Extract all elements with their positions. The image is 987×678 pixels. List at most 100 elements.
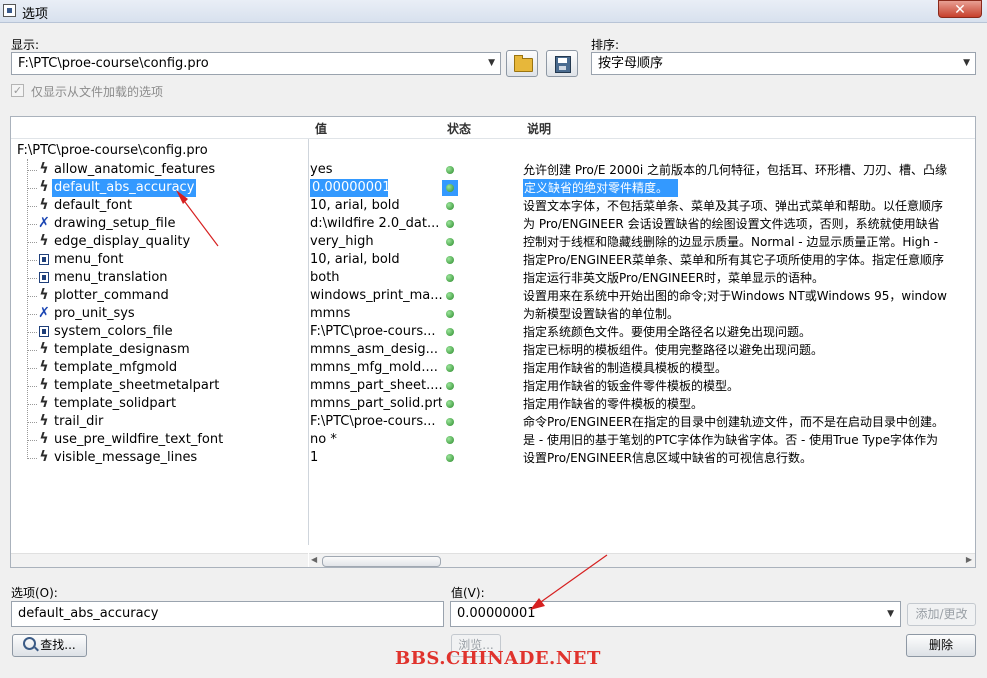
value-field-label: 值(V): <box>451 586 485 600</box>
option-name[interactable]: template_mfgmold <box>54 359 177 377</box>
show-loaded-only-label: 仅显示从文件加载的选项 <box>31 85 164 99</box>
table-row[interactable]: ϟ use_pre_wildfire_text_font no * 是 - 使用旧的基… <box>11 431 975 449</box>
bolt-icon: ϟ <box>39 287 49 303</box>
option-description: 命令Pro/ENGINEER在指定的目录中创建轨迹文件，而不是在启动目录中创建。 <box>523 415 944 429</box>
find-button-label: 查找... <box>40 638 76 652</box>
add-change-button[interactable]: 添加/更改 <box>907 603 976 626</box>
table-row[interactable]: ✗ pro_unit_sys mmns 为新模型设置缺省的单位制。 <box>11 305 975 323</box>
option-name[interactable]: menu_translation <box>54 269 168 287</box>
status-ok-icon <box>446 400 454 408</box>
option-input[interactable]: default_abs_accuracy <box>11 601 444 627</box>
option-name[interactable]: template_sheetmetalpart <box>54 377 219 395</box>
window-title: 选项 <box>22 7 49 22</box>
option-value[interactable]: mmns_part_sheet.... <box>310 377 442 395</box>
option-value[interactable]: mmns_asm_desig... <box>310 341 442 359</box>
panel-icon <box>39 272 49 283</box>
table-row[interactable]: ϟ template_designasm mmns_asm_desig... 指定已标… <box>11 341 975 359</box>
option-value[interactable]: no * <box>310 431 442 449</box>
scroll-right-icon[interactable]: ▶ <box>966 555 972 564</box>
folder-open-icon <box>514 55 533 72</box>
bolt-icon: ϟ <box>39 413 49 429</box>
tree-connector <box>27 188 37 189</box>
magnifier-icon <box>23 637 37 650</box>
option-description: 控制对于线框和隐藏线删除的边显示质量。Normal - 边显示质量正常。High… <box>523 235 939 249</box>
option-name[interactable]: plotter_command <box>54 287 169 305</box>
bolt-icon: ϟ <box>39 431 49 447</box>
sort-combo[interactable]: 按字母顺序 ▼ <box>591 52 976 75</box>
column-header-value[interactable]: 值 <box>315 120 327 137</box>
option-name[interactable]: default_abs_accuracy <box>52 179 197 197</box>
table-row[interactable]: menu_font 10, arial, bold 指定Pro/ENGINEER菜单… <box>11 251 975 269</box>
option-name[interactable]: system_colors_file <box>54 323 173 341</box>
table-row[interactable]: ϟ default_abs_accuracy 0.00000001 定义缺省的绝对零件… <box>11 179 975 197</box>
table-row[interactable]: ϟ trail_dir F:\PTC\proe-cours... 命令Pro/ENGI… <box>11 413 975 431</box>
show-loaded-only-checkbox[interactable]: ✓ <box>11 84 24 97</box>
option-name[interactable]: drawing_setup_file <box>54 215 175 233</box>
option-description: 指定系统颜色文件。要使用全路径名以避免出现问题。 <box>523 325 812 339</box>
bolt-icon: ϟ <box>39 395 49 411</box>
column-header-status[interactable]: 状态 <box>447 120 471 137</box>
option-value[interactable]: mmns_part_solid.prt <box>310 395 442 413</box>
table-row[interactable]: system_colors_file F:\PTC\proe-cours... 指定… <box>11 323 975 341</box>
option-value[interactable]: 1 <box>310 449 442 467</box>
option-description: 指定已标明的模板组件。使用完整路径以避免出现问题。 <box>523 343 824 357</box>
close-button[interactable]: ✕ <box>938 0 982 18</box>
table-row[interactable]: ϟ visible_message_lines 1 设置Pro/ENGINEER信息区… <box>11 449 975 467</box>
option-name[interactable]: template_solidpart <box>54 395 176 413</box>
status-ok-icon <box>446 184 454 192</box>
save-file-button[interactable] <box>546 50 578 77</box>
horizontal-scrollbar[interactable]: ◀ ▶ <box>309 553 975 567</box>
table-row[interactable]: ✗ drawing_setup_file d:\wildfire 2.0_dat..… <box>11 215 975 233</box>
bolt-icon: ϟ <box>39 377 49 393</box>
open-file-button[interactable] <box>506 50 538 77</box>
status-ok-icon <box>446 418 454 426</box>
table-row[interactable]: ϟ default_font 10, arial, bold 设置文本字体，不包括菜单… <box>11 197 975 215</box>
option-name[interactable]: edge_display_quality <box>54 233 190 251</box>
column-header-description[interactable]: 说明 <box>527 120 551 137</box>
tree-connector <box>27 260 37 261</box>
option-description: 指定用作缺省的钣金件零件模板的模型。 <box>523 379 740 393</box>
table-row[interactable]: ϟ template_mfgmold mmns_mfg_mold.... 指定用作缺省… <box>11 359 975 377</box>
option-value[interactable]: F:\PTC\proe-cours... <box>310 323 442 341</box>
find-button[interactable]: 查找... <box>12 634 87 657</box>
chevron-down-icon: ▼ <box>963 58 970 68</box>
bolt-icon: ϟ <box>39 449 49 465</box>
option-value[interactable]: 0.00000001 <box>310 179 388 197</box>
option-name[interactable]: trail_dir <box>54 413 103 431</box>
option-name[interactable]: menu_font <box>54 251 124 269</box>
option-name[interactable]: default_font <box>54 197 132 215</box>
option-description: 定义缺省的绝对零件精度。 <box>523 179 678 197</box>
option-value[interactable]: very_high <box>310 233 442 251</box>
scrollbar-thumb[interactable] <box>322 556 441 567</box>
option-name[interactable]: template_designasm <box>54 341 190 359</box>
tree-connector <box>27 224 37 225</box>
option-value[interactable]: both <box>310 269 442 287</box>
table-row[interactable]: ϟ template_sheetmetalpart mmns_part_sheet.… <box>11 377 975 395</box>
option-value[interactable]: d:\wildfire 2.0_dat... <box>310 215 442 233</box>
option-name[interactable]: use_pre_wildfire_text_font <box>54 431 223 449</box>
option-value[interactable]: 10, arial, bold <box>310 251 442 269</box>
bolt-icon: ϟ <box>39 341 49 357</box>
table-row[interactable]: ϟ plotter_command windows_print_ma... 设置用来在… <box>11 287 975 305</box>
option-value[interactable]: 10, arial, bold <box>310 197 442 215</box>
value-combo[interactable]: 0.00000001 ▼ <box>450 601 901 627</box>
status-ok-icon <box>446 454 454 462</box>
option-name[interactable]: visible_message_lines <box>54 449 197 467</box>
option-value[interactable]: mmns_mfg_mold.... <box>310 359 442 377</box>
display-combo[interactable]: F:\PTC\proe-course\config.pro ▼ <box>11 52 501 75</box>
option-name[interactable]: pro_unit_sys <box>54 305 135 323</box>
scroll-left-icon[interactable]: ◀ <box>311 555 317 564</box>
option-value[interactable]: yes <box>310 161 442 179</box>
save-icon <box>555 56 571 73</box>
table-row[interactable]: ϟ template_solidpart mmns_part_solid.prt 指定… <box>11 395 975 413</box>
option-name[interactable]: allow_anatomic_features <box>54 161 215 179</box>
status-ok-icon <box>446 310 454 318</box>
option-value[interactable]: mmns <box>310 305 442 323</box>
table-row[interactable]: menu_translation both 指定运行非英文版Pro/ENGINEER… <box>11 269 975 287</box>
table-row[interactable]: ϟ allow_anatomic_features yes 允许创建 Pro/E 20… <box>11 161 975 179</box>
option-value[interactable]: windows_print_ma... <box>310 287 442 305</box>
table-row[interactable]: ϟ edge_display_quality very_high 控制对于线框和隐藏线… <box>11 233 975 251</box>
tree-connector <box>27 170 37 171</box>
option-value[interactable]: F:\PTC\proe-cours... <box>310 413 442 431</box>
delete-button[interactable]: 删除 <box>906 634 976 657</box>
